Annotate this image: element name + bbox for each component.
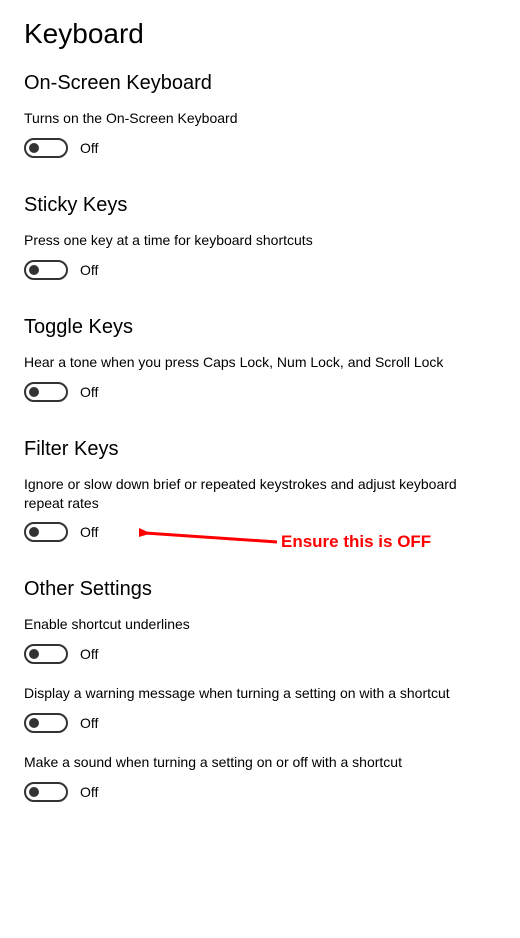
filter-toggle-state: Off [80,524,98,540]
sticky-heading: Sticky Keys [24,194,496,217]
filter-keys-toggle[interactable] [24,522,68,542]
filter-heading: Filter Keys [24,438,496,461]
other-heading: Other Settings [24,578,496,601]
warning-message-toggle[interactable] [24,713,68,733]
osk-heading: On-Screen Keyboard [24,72,496,95]
section-toggle-keys: Toggle Keys Hear a tone when you press C… [24,316,496,402]
other-0-desc: Enable shortcut underlines [24,615,496,634]
filter-desc: Ignore or slow down brief or repeated ke… [24,475,496,513]
toggle-toggle-state: Off [80,384,98,400]
toggle-desc: Hear a tone when you press Caps Lock, Nu… [24,353,496,372]
page-title: Keyboard [24,18,496,50]
section-other-settings: Other Settings Enable shortcut underline… [24,578,496,802]
sticky-toggle-state: Off [80,262,98,278]
toggle-heading: Toggle Keys [24,316,496,339]
toggle-keys-toggle[interactable] [24,382,68,402]
shortcut-underlines-toggle[interactable] [24,644,68,664]
section-on-screen-keyboard: On-Screen Keyboard Turns on the On-Scree… [24,72,496,158]
osk-desc: Turns on the On-Screen Keyboard [24,109,496,128]
sticky-desc: Press one key at a time for keyboard sho… [24,231,496,250]
sticky-keys-toggle[interactable] [24,260,68,280]
sound-on-toggle[interactable] [24,782,68,802]
other-1-desc: Display a warning message when turning a… [24,684,496,703]
other-2-state: Off [80,784,98,800]
other-1-state: Off [80,715,98,731]
osk-toggle-state: Off [80,140,98,156]
section-filter-keys: Filter Keys Ignore or slow down brief or… [24,438,496,543]
osk-toggle[interactable] [24,138,68,158]
other-2-desc: Make a sound when turning a setting on o… [24,753,496,772]
section-sticky-keys: Sticky Keys Press one key at a time for … [24,194,496,280]
other-0-state: Off [80,646,98,662]
